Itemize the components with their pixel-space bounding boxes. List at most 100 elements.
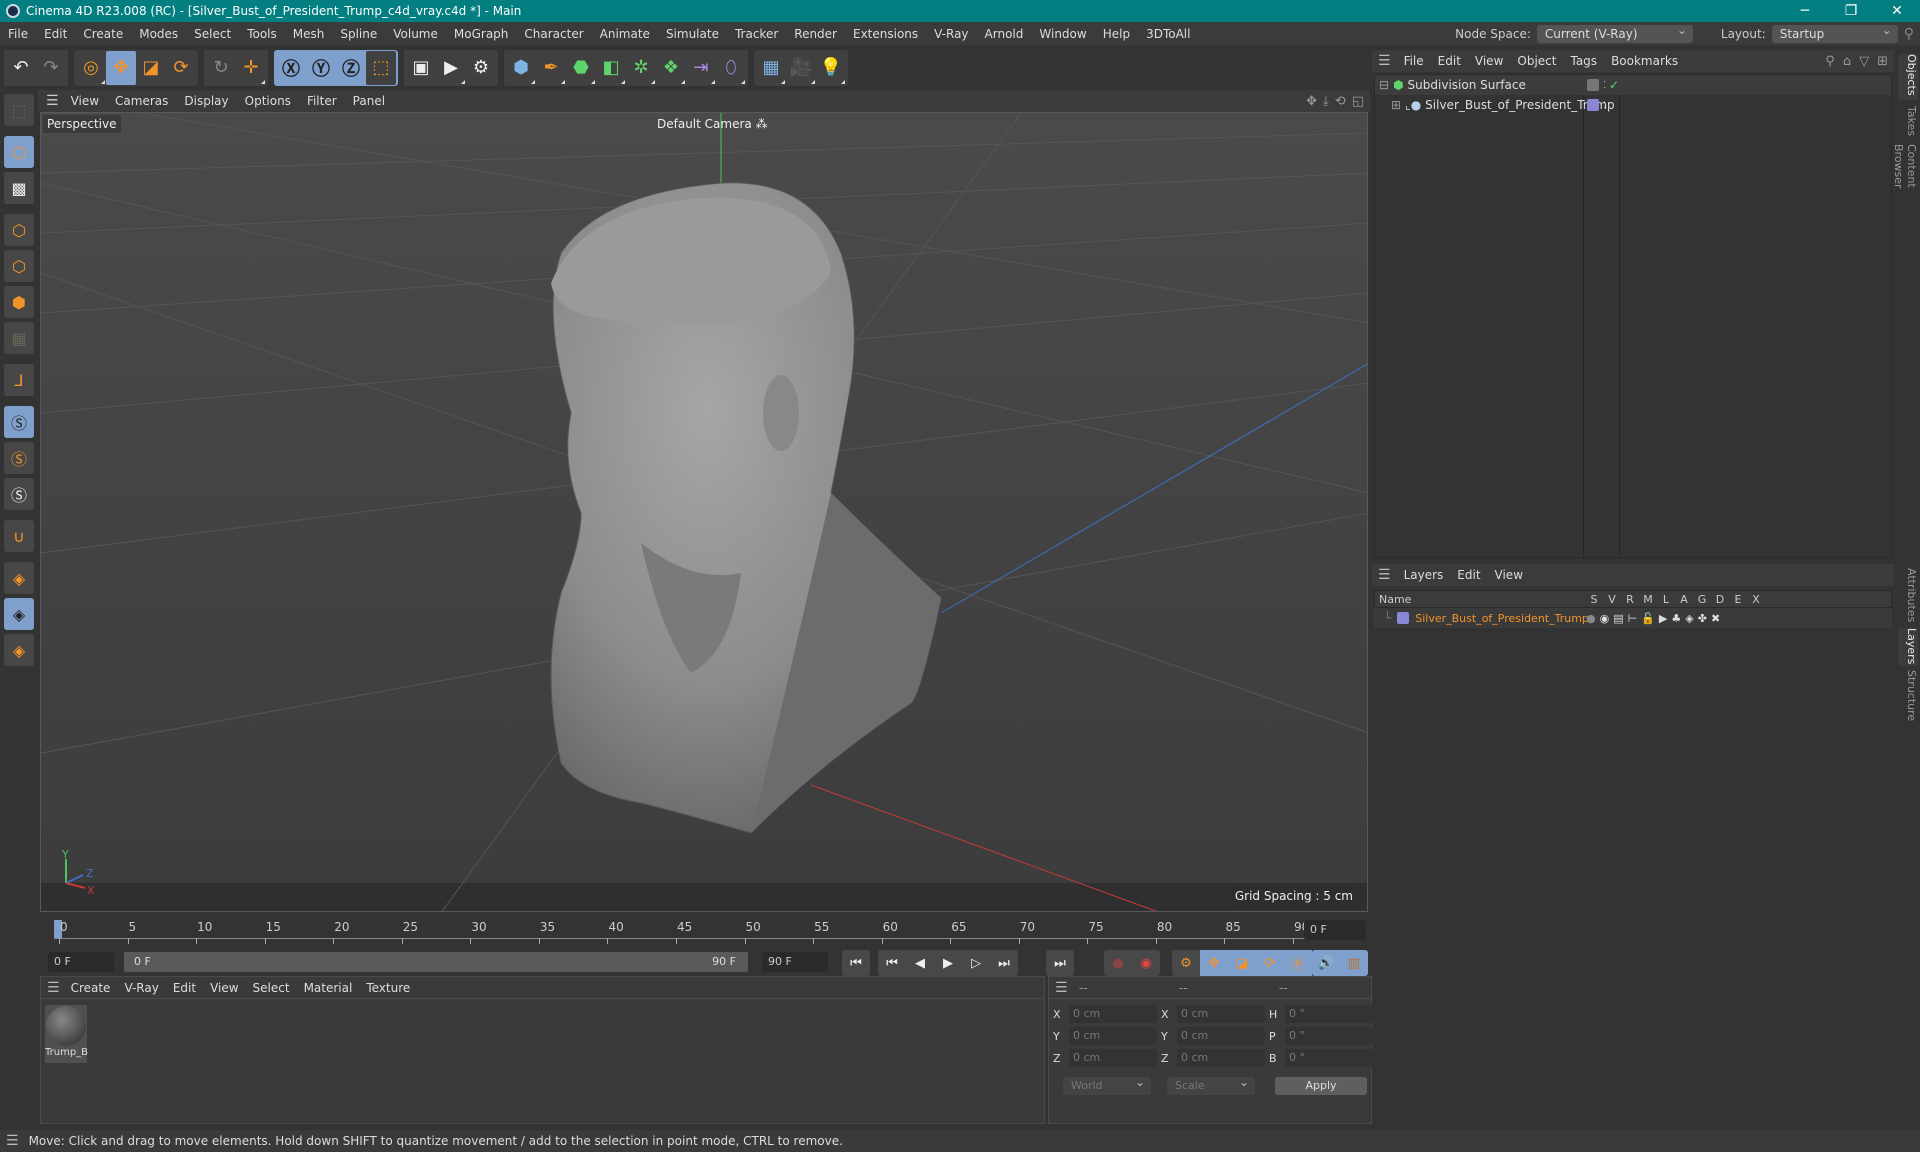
rotation-field[interactable]: 0 ° [1285, 1005, 1373, 1023]
menu-animate[interactable]: Animate [592, 27, 658, 41]
render-visibility-icon[interactable]: ⁚ [1603, 80, 1606, 91]
menu-edit[interactable]: Edit [36, 27, 75, 41]
viewport-menu-view[interactable]: View [63, 94, 107, 108]
rotation-field[interactable]: 0 ° [1285, 1049, 1373, 1067]
camera-icon[interactable]: 🎥 [786, 51, 816, 85]
timeline-filmstrip-icon[interactable]: ▥ [1340, 950, 1368, 976]
y-axis-icon[interactable]: Ⓨ [306, 50, 336, 85]
position-field[interactable]: 0 cm [1069, 1027, 1157, 1045]
generator-icon[interactable]: ♣ [1671, 612, 1681, 625]
tab-attributes[interactable]: Attributes [1898, 568, 1918, 624]
subdivision-icon[interactable]: ⬣ [566, 51, 596, 85]
coordinate-space-dropdown[interactable]: World [1063, 1073, 1151, 1095]
move-last-icon[interactable]: ✛ [236, 51, 266, 85]
render-picture-viewer-icon[interactable]: ▶ [436, 51, 466, 85]
axis-icon[interactable]: ⅃ [4, 364, 34, 396]
scale-icon[interactable]: ◪ [136, 51, 166, 85]
play-icon[interactable]: ▶ [934, 950, 962, 976]
prev-frame-icon[interactable]: ◀ [906, 950, 934, 976]
minimize-button[interactable]: ─ [1782, 0, 1828, 22]
home-icon[interactable]: ⌂ [1843, 54, 1851, 69]
floor-icon[interactable]: ▦ [756, 51, 786, 85]
menu-spline[interactable]: Spline [332, 27, 385, 41]
workplane-icon[interactable]: ◈ [4, 562, 34, 594]
menu-tools[interactable]: Tools [239, 27, 285, 41]
tab-content-browser[interactable]: Content Browser [1892, 144, 1918, 234]
material-menu-create[interactable]: Create [64, 981, 118, 995]
tab-layers[interactable]: Layers [1898, 628, 1918, 666]
object-row[interactable]: ⊟ ⬢ Subdivision Surface ⁚ ✓ [1375, 75, 1891, 95]
size-field[interactable]: 0 cm [1177, 1049, 1265, 1067]
coordinates-menu-icon[interactable]: ☰ [1055, 980, 1068, 996]
x-axis-icon[interactable]: Ⓧ [276, 50, 306, 85]
magnet-icon[interactable]: ∪ [4, 520, 34, 552]
search-icon[interactable]: ⚲ [1825, 54, 1835, 69]
node-space-dropdown[interactable]: Current (V-Ray) [1536, 21, 1693, 43]
layer-column-x[interactable]: X [1747, 593, 1765, 606]
undo-icon[interactable]: ↶ [6, 51, 36, 85]
filter-icon[interactable]: ▽ [1859, 54, 1869, 69]
select-icon[interactable]: ◎ [76, 51, 106, 85]
render-settings-icon[interactable]: ⚙ [466, 51, 496, 85]
layer-color-swatch[interactable] [1587, 99, 1599, 111]
deformer-icon[interactable]: ⇥ [686, 51, 716, 85]
render-icon[interactable]: ▤ [1613, 612, 1623, 625]
material-menu-v-ray[interactable]: V-Ray [117, 981, 165, 995]
render-view-icon[interactable]: ▣ [406, 51, 436, 85]
next-frame-icon[interactable]: ▷ [962, 950, 990, 976]
layer-column-s[interactable]: S [1585, 593, 1603, 606]
current-frame-field[interactable]: 0 F [1304, 920, 1366, 940]
expand-icon[interactable]: ⊞ [1391, 98, 1401, 112]
enabled-check-icon[interactable]: ✓ [1609, 78, 1619, 92]
visibility-dots-icon[interactable]: ⁚ [1603, 100, 1606, 111]
layer-column-v[interactable]: V [1603, 593, 1621, 606]
end-frame-field[interactable]: 90 F [762, 952, 828, 972]
object-menu-file[interactable]: File [1397, 54, 1431, 68]
pan-view-icon[interactable]: ✥ [1306, 94, 1317, 109]
object-menu-view[interactable]: View [1468, 54, 1510, 68]
menu-window[interactable]: Window [1031, 27, 1094, 41]
polygon-mode-icon[interactable]: ⬢ [4, 286, 34, 318]
menu-volume[interactable]: Volume [385, 27, 446, 41]
layer-column-name[interactable]: Name [1375, 593, 1585, 606]
editor-visibility-icon[interactable] [1587, 79, 1599, 91]
viewport-menu-cameras[interactable]: Cameras [107, 94, 176, 108]
menu-v-ray[interactable]: V-Ray [926, 27, 976, 41]
layer-column-g[interactable]: G [1693, 593, 1711, 606]
key-position-icon[interactable]: ✥ [1200, 950, 1228, 976]
viewport-menu-display[interactable]: Display [176, 94, 236, 108]
autokey-icon[interactable]: ◉ [1132, 950, 1160, 976]
material-menu-select[interactable]: Select [246, 981, 297, 995]
object-menu-edit[interactable]: Edit [1431, 54, 1468, 68]
snap-settings-icon[interactable]: Ⓢ [4, 442, 34, 474]
tab-takes[interactable]: Takes [1898, 106, 1918, 140]
key-scale-icon[interactable]: ◪ [1228, 950, 1256, 976]
size-field[interactable]: 0 cm [1177, 1027, 1265, 1045]
tab-objects[interactable]: Objects [1898, 54, 1918, 100]
material-menu-texture[interactable]: Texture [359, 981, 417, 995]
menu-file[interactable]: File [0, 27, 36, 41]
record-keys-icon[interactable]: ● [1104, 950, 1132, 976]
sound-icon[interactable]: 🔊 [1312, 950, 1340, 976]
material-menu-view[interactable]: View [203, 981, 245, 995]
layer-menu-layers[interactable]: Layers [1397, 568, 1451, 582]
size-field[interactable]: 0 cm [1177, 1005, 1265, 1023]
orbit-view-icon[interactable]: ⟲ [1335, 94, 1346, 109]
animation-icon[interactable]: ▶ [1659, 612, 1667, 625]
mograph-cubes-icon[interactable]: ❖ [656, 51, 686, 85]
model-mode-icon[interactable]: ⬡ [4, 136, 34, 168]
object-menu-bookmarks[interactable]: Bookmarks [1604, 54, 1685, 68]
layer-column-r[interactable]: R [1621, 593, 1639, 606]
light-icon[interactable]: 💡 [816, 51, 846, 85]
workplane-rotate-icon[interactable]: ◈ [4, 634, 34, 666]
object-menu-object[interactable]: Object [1510, 54, 1563, 68]
layer-column-l[interactable]: L [1657, 593, 1675, 606]
preview-range-slider[interactable]: 0 F 90 F [124, 952, 748, 972]
prev-key-icon[interactable]: ⏮ [878, 950, 906, 976]
rotation-field[interactable]: 0 ° [1285, 1027, 1373, 1045]
layer-column-d[interactable]: D [1711, 593, 1729, 606]
timeline[interactable]: 0 5 10 15 20 25 30 35 40 45 50 55 60 65 70 75 80 85 90 0 F [40, 912, 1370, 952]
texture-mode-icon[interactable]: ▩ [4, 172, 34, 204]
viewport-menu-panel[interactable]: Panel [345, 94, 393, 108]
lock-icon[interactable]: 🔓 [1641, 612, 1655, 625]
